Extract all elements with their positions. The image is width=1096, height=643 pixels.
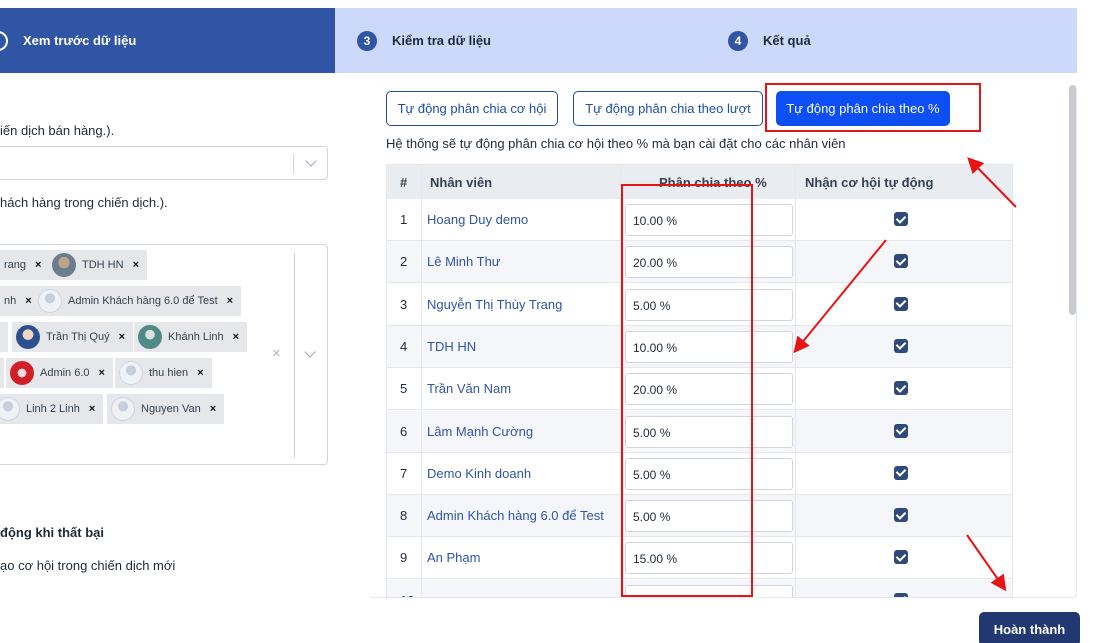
tag-label: rang [4, 259, 27, 271]
employee-name-link[interactable]: TDH HN [427, 339, 476, 354]
auto-receive-checkbox[interactable] [894, 254, 908, 269]
remove-tag-icon[interactable]: × [210, 403, 216, 415]
select-divider [293, 154, 294, 174]
row-index: 3 [400, 296, 408, 312]
employee-tag-partial [0, 322, 8, 352]
employee-tag: Trần Thị Quý × [12, 322, 134, 352]
description-text: Hệ thống sẽ tự động phân chia cơ hội the… [386, 136, 846, 151]
step-label: Kiểm tra dữ liệu [392, 33, 491, 48]
tag-label: Admin 6.0 [40, 367, 90, 379]
employee-multiselect[interactable]: rang × TDH HN × nh × Admin Khách hàng 6.0 đ… [0, 244, 328, 465]
employee-tag: Admin 6.0 × [6, 358, 113, 388]
clear-all-icon[interactable]: × [272, 345, 281, 362]
step-circle-icon [0, 30, 8, 51]
tag-label: Nguyen Van [141, 403, 201, 415]
annotation-box-tab [765, 83, 981, 132]
employee-name-link[interactable]: Admin Khách hàng 6.0 để Test [427, 508, 604, 523]
auto-receive-checkbox[interactable] [894, 465, 908, 480]
row-index: 6 [400, 423, 408, 439]
auto-receive-checkbox[interactable] [894, 296, 908, 311]
stepper: Xem trước dữ liệu 3 Kiểm tra dữ liệu 4 K… [0, 8, 1077, 73]
tab-distribute-by-turn[interactable]: Tự động phân chia theo lượt [573, 91, 763, 126]
avatar [10, 361, 34, 385]
avatar [0, 397, 20, 421]
remove-tag-icon[interactable]: × [133, 259, 139, 271]
employee-tag: Linh 2 Linh × [0, 394, 104, 424]
employee-tag: rang × [0, 250, 50, 280]
employee-name-link[interactable]: Lâm Mạnh Cường [427, 424, 533, 439]
step-label: Kết quả [763, 33, 811, 48]
employee-name-link[interactable]: Demo Kinh doanh [427, 466, 531, 481]
auto-receive-checkbox[interactable] [894, 550, 908, 565]
auto-receive-checkbox[interactable] [894, 381, 908, 396]
tag-label: Khánh Linh [168, 331, 224, 343]
multiselect-divider [294, 253, 295, 458]
row-index: 9 [400, 550, 408, 566]
step-number: 3 [357, 30, 377, 51]
hint-text: iến dịch bán hàng.). [0, 123, 115, 138]
step-label: Xem trước dữ liệu [23, 33, 137, 48]
avatar [119, 361, 143, 385]
tag-label: thu hien [149, 367, 189, 379]
avatar [111, 397, 135, 421]
employee-name-link[interactable]: An Phạm [427, 550, 480, 565]
auto-receive-checkbox[interactable] [894, 212, 908, 226]
step-preview-data[interactable]: Xem trước dữ liệu [0, 8, 335, 73]
auto-receive-checkbox[interactable] [894, 592, 908, 597]
employee-name-link[interactable]: Nguyễn Thị Thùy Trang [427, 297, 562, 312]
avatar [38, 289, 62, 313]
avatar [138, 325, 162, 349]
annotation-box-percent-column [621, 184, 753, 597]
header-employee: Nhân viên [430, 175, 493, 190]
tag-label: nh [4, 295, 17, 307]
row-index: 4 [400, 338, 408, 354]
remove-tag-icon[interactable]: × [99, 367, 105, 379]
employee-tag: Khánh Linh × [134, 322, 248, 352]
remove-tag-icon[interactable]: × [227, 295, 233, 307]
hint-text: hách hàng trong chiến dịch.). [0, 195, 168, 210]
tab-auto-distribute[interactable]: Tự động phân chia cơ hội [386, 91, 558, 126]
tag-label: Admin Khách hàng 6.0 để Test [68, 295, 218, 307]
employee-tag: Nguyen Van × [107, 394, 225, 424]
employee-name-link[interactable]: Hoang Duy demo [427, 212, 528, 227]
tag-label: Linh 2 Linh [26, 403, 80, 415]
row-index: 10 [400, 593, 414, 597]
row-index: 5 [400, 381, 408, 397]
chevron-down-icon[interactable] [304, 346, 316, 358]
header-index: # [400, 175, 408, 190]
step-number: 4 [728, 30, 748, 51]
auto-receive-checkbox[interactable] [894, 338, 908, 353]
row-index: 7 [400, 465, 408, 481]
remove-tag-icon[interactable]: × [25, 295, 31, 307]
auto-receive-checkbox[interactable] [894, 423, 908, 438]
remove-tag-icon[interactable]: × [197, 367, 203, 379]
header-auto: Nhận cơ hội tự động [805, 175, 934, 190]
remove-tag-icon[interactable]: × [233, 331, 239, 343]
row-index: 1 [400, 212, 408, 227]
row-index: 2 [400, 254, 408, 270]
employee-tag: TDH HN × [48, 250, 147, 280]
section-title: động khi thất bại [0, 525, 104, 540]
remove-tag-icon[interactable]: × [89, 403, 95, 415]
tag-label: TDH HN [82, 259, 124, 271]
step-result[interactable]: 4 Kết quả [728, 8, 811, 73]
auto-receive-checkbox[interactable] [894, 508, 908, 523]
avatar [52, 253, 76, 277]
option-text: ạo cơ hội trong chiến dịch mới [0, 558, 176, 573]
employee-name-link[interactable]: Lê Minh Thư [427, 254, 501, 269]
employee-tag: thu hien × [115, 358, 212, 388]
campaign-select[interactable] [0, 146, 328, 180]
step-check-data[interactable]: 3 Kiểm tra dữ liệu [357, 8, 491, 73]
employee-name-link[interactable]: Trần Văn Nam [427, 381, 511, 396]
remove-tag-icon[interactable]: × [119, 331, 125, 343]
avatar [16, 325, 40, 349]
finish-button[interactable]: Hoàn thành [979, 612, 1080, 643]
row-index: 8 [400, 508, 408, 524]
employee-tag-partial [0, 358, 4, 388]
chevron-down-icon[interactable] [305, 155, 317, 167]
tag-label: Trần Thị Quý [46, 331, 110, 343]
scrollbar[interactable] [1069, 85, 1076, 315]
employee-tag: Admin Khách hàng 6.0 để Test × [34, 286, 242, 316]
remove-tag-icon[interactable]: × [35, 259, 41, 271]
